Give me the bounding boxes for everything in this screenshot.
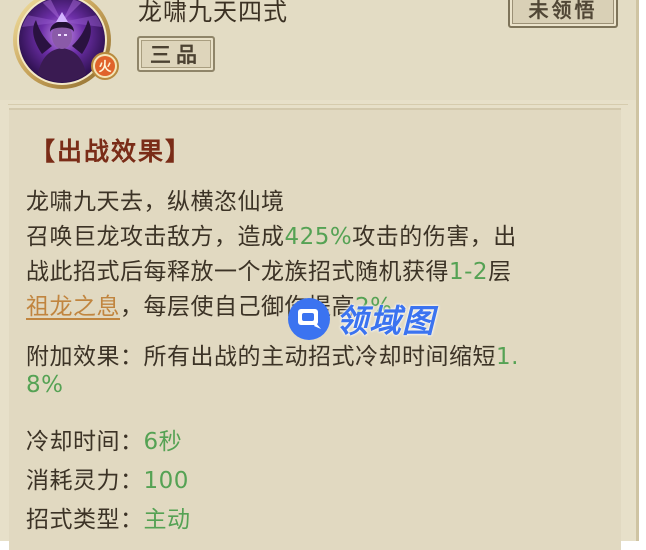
skill-header: 火 龙啸九天四式 三品 未领悟: [0, 0, 636, 100]
watermark-text: 领域图: [336, 302, 436, 340]
effect-text: 层: [488, 259, 512, 285]
cooldown-value: 6秒: [143, 429, 183, 455]
skill-avatar-icon[interactable]: 火: [2, 0, 130, 96]
effect-text: 攻击的伤害，出: [352, 224, 517, 250]
buff-link[interactable]: 祖龙之息: [26, 294, 120, 320]
stack-value: 1-2: [449, 259, 489, 285]
cost-value: 100: [143, 468, 189, 494]
grade-badge: 三品: [137, 36, 215, 72]
cost-row: 消耗灵力：100: [26, 461, 189, 495]
extra-effect-line: 附加效果：所有出战的主动招式冷却时间缩短1.: [26, 337, 519, 371]
extra-effect-label: 附加效果：: [26, 344, 144, 370]
skill-name: 龙啸九天四式: [138, 0, 288, 26]
type-label: 招式类型：: [26, 507, 144, 533]
effect-line-3: 战此招式后每释放一个龙族招式随机获得1-2层: [26, 252, 512, 286]
extra-effect-line-2: 8%: [26, 372, 64, 398]
flavor-text-line: 龙啸九天去，纵横恣仙境: [26, 189, 285, 215]
extra-effect-text: 所有出战的主动招式冷却时间缩短: [143, 344, 496, 370]
watermark: 领域图: [286, 296, 486, 342]
section-title: 【出战效果】: [30, 137, 193, 166]
cooldown-row: 冷却时间：6秒: [26, 422, 182, 456]
watermark-logo-icon: [288, 298, 330, 340]
skill-detail-panel: 火 龙啸九天四式 三品 未领悟 【出战效果】 龙啸九天去，纵横恣仙境 召唤巨龙攻…: [0, 0, 639, 550]
effect-text: 召唤巨龙攻击敌方，造成: [26, 224, 285, 250]
fire-element-badge-icon: 火: [91, 52, 119, 80]
type-row: 招式类型：主动: [26, 500, 191, 534]
cooldown-label: 冷却时间：: [26, 429, 144, 455]
extra-effect-value: 1.: [496, 344, 519, 370]
damage-value: 425%: [284, 224, 353, 250]
svg-text:火: 火: [98, 60, 112, 75]
learn-status-badge[interactable]: 未领悟: [508, 0, 618, 28]
flavor-text: 龙啸九天去，纵横恣仙境: [26, 182, 285, 216]
cost-label: 消耗灵力：: [26, 468, 144, 494]
header-divider: [8, 104, 628, 105]
extra-effect-value: 8%: [26, 372, 64, 398]
effect-line-2: 召唤巨龙攻击敌方，造成425%攻击的伤害，出: [26, 217, 517, 251]
effect-text: 战此招式后每释放一个龙族招式随机获得: [26, 259, 449, 285]
type-value: 主动: [143, 507, 191, 533]
